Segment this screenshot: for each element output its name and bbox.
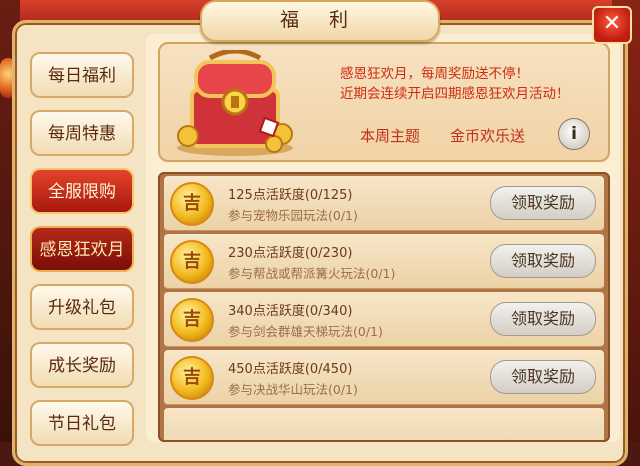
coin-icon: 吉 (170, 356, 214, 400)
sidebar-item-festival-gift[interactable]: 节日礼包 (30, 400, 134, 446)
sidebar-item-thanksgiving-carnival[interactable]: 感恩狂欢月 (30, 226, 134, 272)
task-title: 230点活跃度(0/230) (228, 246, 353, 261)
claim-reward-button[interactable]: 领取奖励 (490, 244, 596, 278)
coin-icon: 吉 (170, 182, 214, 226)
topic-value: 金币欢乐送 (450, 127, 526, 145)
task-list[interactable]: 吉 125点活跃度(0/125) 参与宠物乐园玩法(0/1) 领取奖励 吉 23… (158, 172, 610, 442)
task-subtitle: 参与剑会群雄天梯玩法(0/1) (228, 324, 383, 339)
sidebar-item-server-limited[interactable]: 全服限购 (30, 168, 134, 214)
sidebar-item-level-gift[interactable]: 升级礼包 (30, 284, 134, 330)
task-row: 吉 125点活跃度(0/125) 参与宠物乐园玩法(0/1) 领取奖励 (164, 176, 604, 231)
sidebar-item-growth-reward[interactable]: 成长奖励 (30, 342, 134, 388)
task-row-partial (164, 408, 604, 440)
coin-icon: 吉 (170, 298, 214, 342)
task-row: 吉 340点活跃度(0/340) 参与剑会群雄天梯玩法(0/1) 领取奖励 (164, 292, 604, 347)
claim-reward-button[interactable]: 领取奖励 (490, 360, 596, 394)
close-button[interactable]: ✕ (592, 6, 632, 44)
task-row: 吉 450点活跃度(0/450) 参与决战华山玩法(0/1) 领取奖励 (164, 350, 604, 405)
claim-reward-button[interactable]: 领取奖励 (490, 302, 596, 336)
banner-line-1: 感恩狂欢月，每周奖励送不停！ (340, 66, 529, 82)
claim-reward-button[interactable]: 领取奖励 (490, 186, 596, 220)
banner-line-2: 近期会连续开启四期感恩狂欢月活动！ (340, 86, 570, 102)
task-subtitle: 参与决战华山玩法(0/1) (228, 382, 358, 397)
topic-label: 本周主题 (360, 127, 421, 145)
task-subtitle: 参与帮战或帮派篝火玩法(0/1) (228, 266, 396, 281)
task-title: 340点活跃度(0/340) (228, 304, 353, 319)
task-subtitle: 参与宠物乐园玩法(0/1) (228, 208, 358, 223)
coin-icon: 吉 (170, 240, 214, 284)
task-row: 吉 230点活跃度(0/230) 参与帮战或帮派篝火玩法(0/1) 领取奖励 (164, 234, 604, 289)
info-button[interactable]: i (558, 118, 590, 150)
task-title: 450点活跃度(0/450) (228, 362, 353, 377)
treasure-chest-icon (170, 50, 300, 158)
sidebar-item-weekly-deals[interactable]: 每周特惠 (30, 110, 134, 156)
sidebar-item-daily-welfare[interactable]: 每日福利 (30, 52, 134, 98)
panel-title: 福 利 (200, 0, 440, 42)
task-title: 125点活跃度(0/125) (228, 188, 353, 203)
